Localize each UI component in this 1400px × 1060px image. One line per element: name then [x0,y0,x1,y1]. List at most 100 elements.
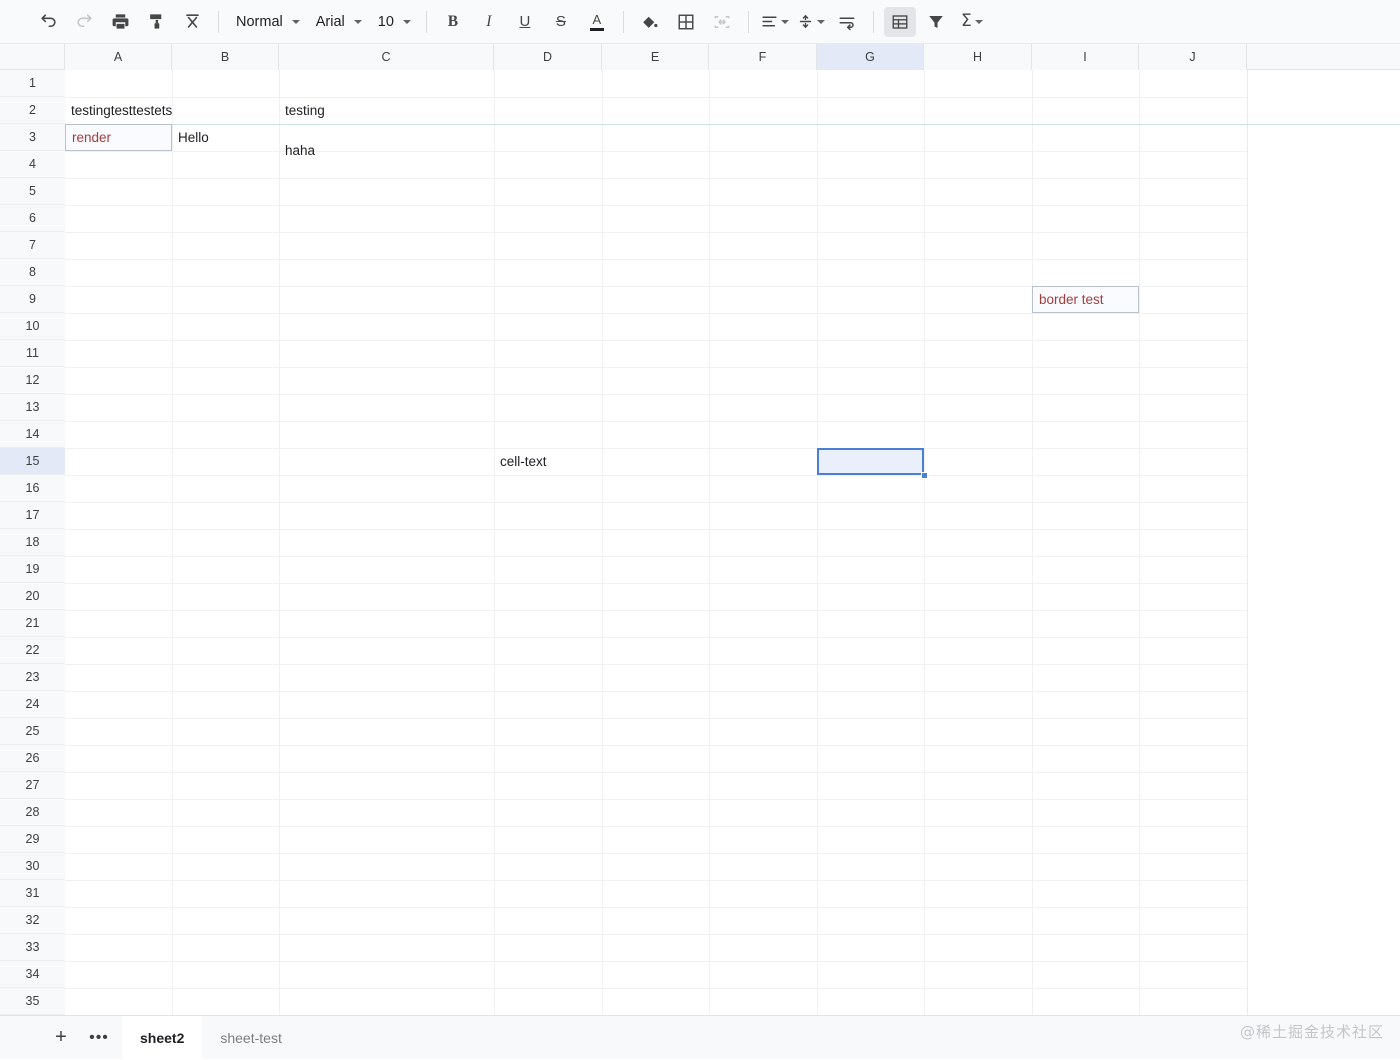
row-header-17[interactable]: 17 [0,502,65,529]
watermark: @稀土掘金技术社区 [1239,1023,1384,1041]
row-header-27[interactable]: 27 [0,772,65,799]
cell-C2[interactable]: testing [279,97,494,124]
column-header-label: I [1083,50,1087,64]
horizontal-align-button[interactable] [759,7,791,37]
row-header-24[interactable]: 24 [0,691,65,718]
row-header-18[interactable]: 18 [0,529,65,556]
row-header-9[interactable]: 9 [0,286,65,313]
select-all-corner[interactable] [0,44,65,70]
gridline-horizontal [65,664,1247,665]
gridline-horizontal [65,853,1247,854]
row-header-14[interactable]: 14 [0,421,65,448]
bold-button[interactable]: B [437,7,469,37]
row-header-31[interactable]: 31 [0,880,65,907]
row-header-13[interactable]: 13 [0,394,65,421]
row-header-28[interactable]: 28 [0,799,65,826]
column-header-D[interactable]: D [494,44,602,70]
column-header-E[interactable]: E [602,44,709,70]
column-header-G[interactable]: G [817,44,924,70]
redo-icon[interactable] [68,7,100,37]
row-header-label: 8 [29,265,36,279]
column-header-I[interactable]: I [1032,44,1139,70]
toolbar-separator [622,10,624,33]
row-header-label: 17 [25,508,40,522]
column-header-H[interactable]: H [924,44,1032,70]
row-header-35[interactable]: 35 [0,988,65,1015]
row-header-6[interactable]: 6 [0,205,65,232]
add-sheet-button[interactable]: + [46,1023,76,1053]
row-header-20[interactable]: 20 [0,583,65,610]
merge-cells-icon[interactable] [706,7,738,37]
style-dropdown[interactable]: Normal [227,7,307,37]
font-family-dropdown[interactable]: Arial [307,7,369,37]
sheet-tab-sheet-test[interactable]: sheet-test [202,1016,299,1060]
row-header-29[interactable]: 29 [0,826,65,853]
row-header-3[interactable]: 3 [0,124,65,151]
row-header-26[interactable]: 26 [0,745,65,772]
cell-A2[interactable]: testingtesttestets [65,97,172,124]
row-header-30[interactable]: 30 [0,853,65,880]
cell-B3[interactable]: Hello [172,124,279,151]
gridline-horizontal [65,556,1247,557]
sheet-tab-sheet2[interactable]: sheet2 [122,1015,203,1060]
borders-icon[interactable] [670,7,702,37]
column-header-B[interactable]: B [172,44,279,70]
row-header-5[interactable]: 5 [0,178,65,205]
row-header-34[interactable]: 34 [0,961,65,988]
row-header-19[interactable]: 19 [0,556,65,583]
spreadsheet: ABCDEFGHIJ 1 2 3 4 5 6 7 8 9 10 11 12 13 14 15 16 17 18 19… [0,44,1400,1015]
row-header-12[interactable]: 12 [0,367,65,394]
gridline-vertical [279,70,280,1015]
functions-button[interactable]: Σ [956,7,988,37]
text-color-button[interactable]: A [581,7,613,37]
row-header-label: 32 [25,913,40,927]
filter-icon[interactable] [920,7,952,37]
cell-value: testing [285,103,325,118]
row-header-23[interactable]: 23 [0,664,65,691]
cell-I9[interactable]: border test [1032,286,1139,313]
undo-icon[interactable] [32,7,64,37]
cell-A3[interactable]: render [65,124,172,151]
row-header-7[interactable]: 7 [0,232,65,259]
text-wrap-icon[interactable] [831,7,863,37]
row-header-4[interactable]: 4 [0,151,65,178]
fill-handle[interactable] [921,472,928,479]
row-header-16[interactable]: 16 [0,475,65,502]
row-header-11[interactable]: 11 [0,340,65,367]
table-icon[interactable] [883,6,916,37]
strikethrough-button[interactable]: S [545,7,577,37]
row-header-21[interactable]: 21 [0,610,65,637]
column-header-F[interactable]: F [709,44,817,70]
gridline-horizontal [65,880,1247,881]
cell-D15[interactable]: cell-text [494,448,602,475]
row-header-1[interactable]: 1 [0,70,65,97]
gridline-horizontal [65,583,1247,584]
row-header-33[interactable]: 33 [0,934,65,961]
row-header-10[interactable]: 10 [0,313,65,340]
vertical-align-button[interactable] [795,7,827,37]
row-header-2[interactable]: 2 [0,97,65,124]
column-header-A[interactable]: A [65,44,172,70]
clear-formatting-icon[interactable] [176,7,208,37]
row-header-15[interactable]: 15 [0,448,65,475]
column-header-label: F [758,50,767,64]
row-header-25[interactable]: 25 [0,718,65,745]
active-cell-G15[interactable] [817,448,924,475]
underline-button[interactable]: U [509,7,541,37]
row-header-32[interactable]: 32 [0,907,65,934]
paint-format-icon[interactable] [140,7,172,37]
gridline-horizontal [65,610,1247,611]
column-header-J[interactable]: J [1139,44,1247,70]
row-header-22[interactable]: 22 [0,637,65,664]
all-sheets-button[interactable]: ••• [84,1023,114,1053]
sheet-tab-bar: + ••• sheet2 sheet-test [0,1015,1400,1060]
font-size-dropdown[interactable]: 10 [369,7,418,37]
fill-color-icon[interactable] [634,7,666,37]
row-header-label: 19 [25,562,40,576]
grid[interactable]: testingtesttestets testing render Hello haha… [65,70,1400,1015]
print-icon[interactable] [104,7,136,37]
row-header-8[interactable]: 8 [0,259,65,286]
cell-C3[interactable]: haha [279,137,494,164]
column-header-C[interactable]: C [279,44,494,70]
italic-button[interactable]: I [473,7,505,37]
